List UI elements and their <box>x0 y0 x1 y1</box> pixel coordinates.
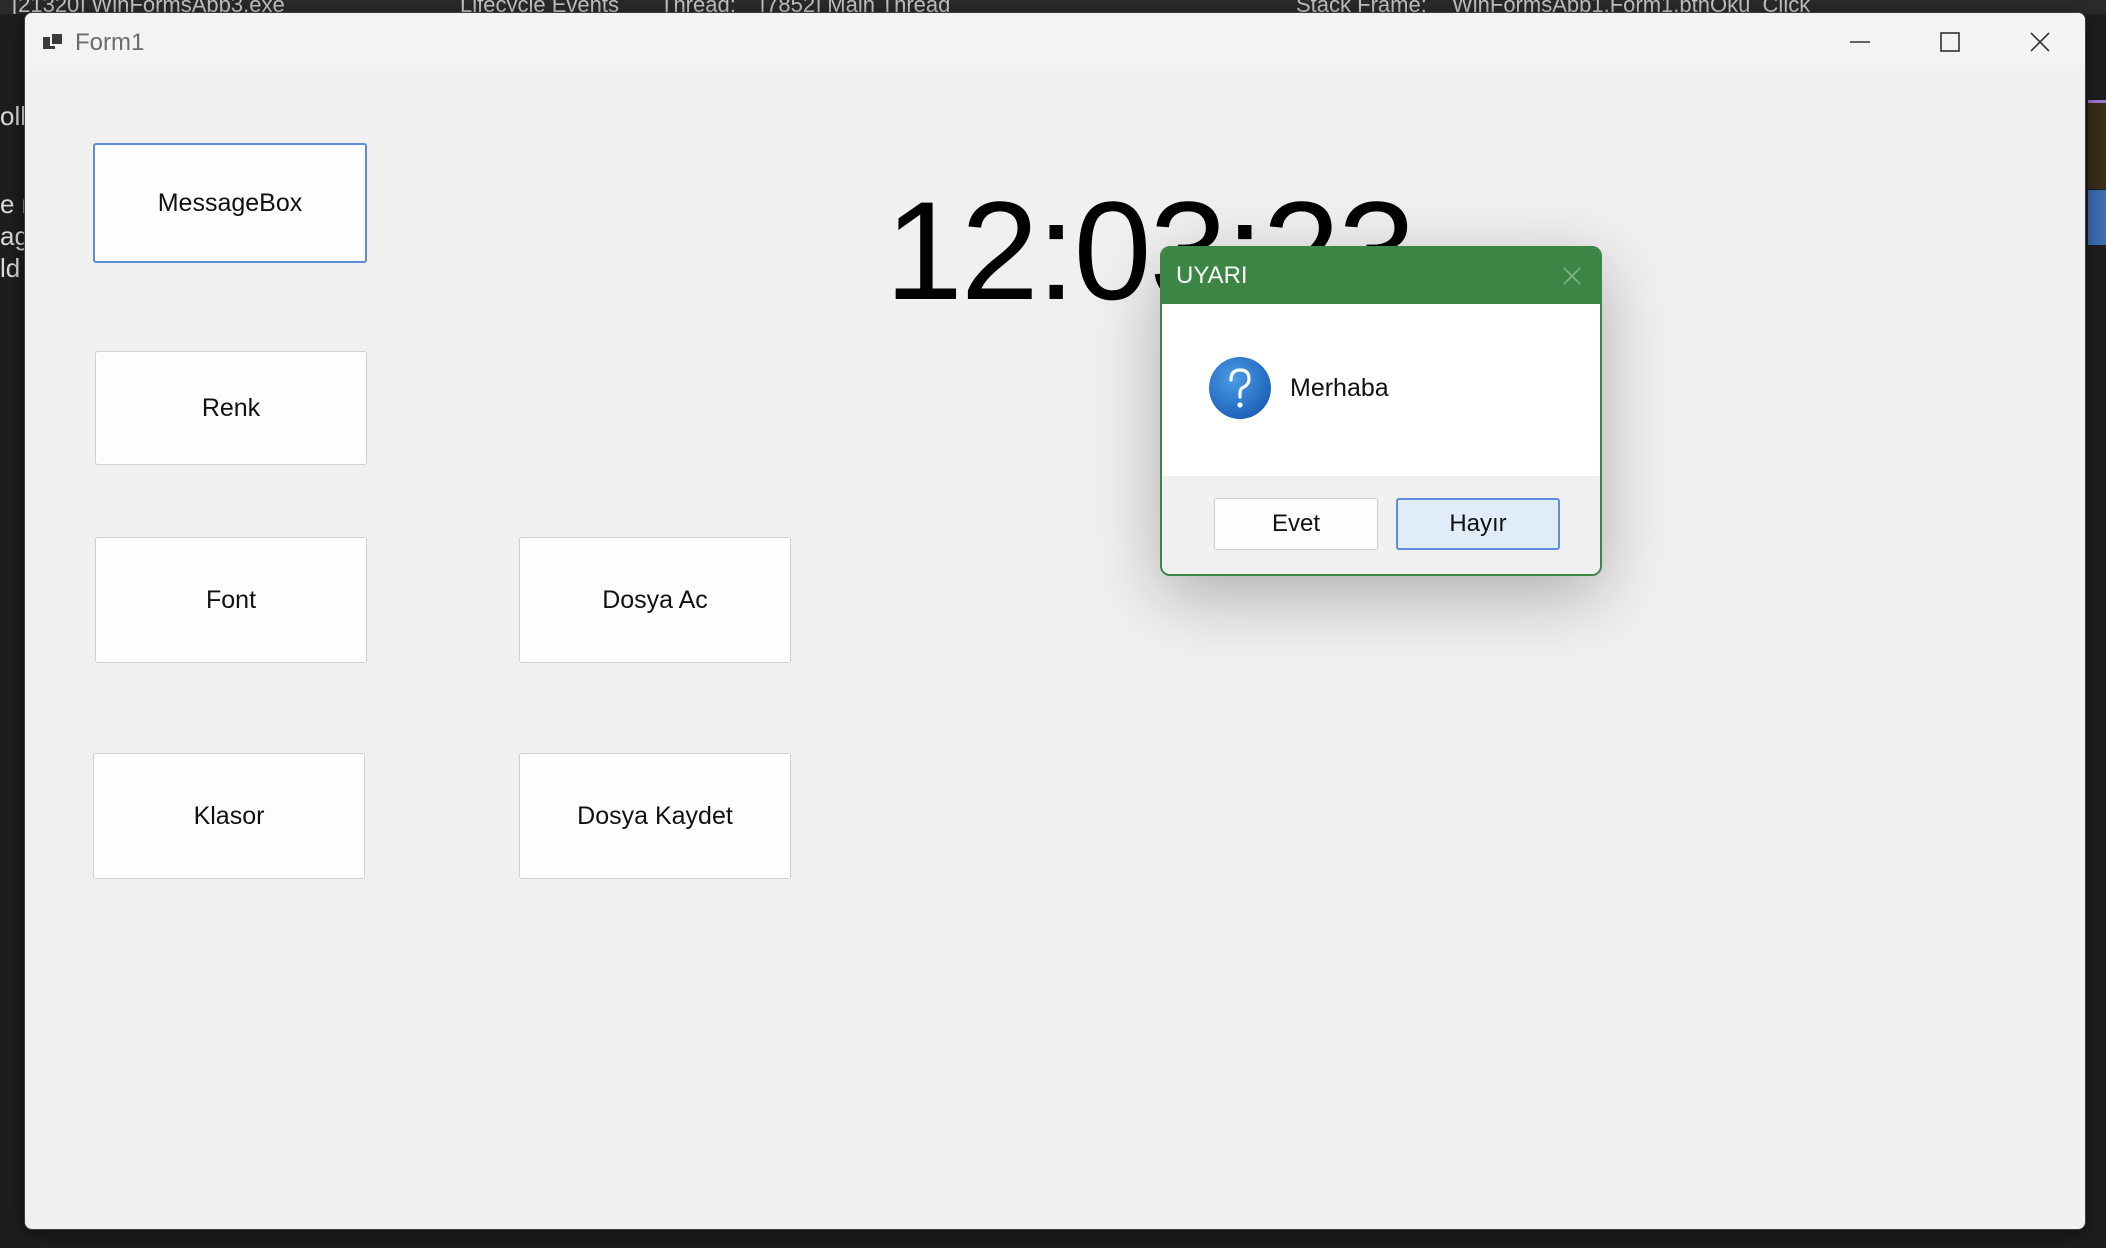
maximize-button[interactable] <box>1905 13 1995 71</box>
dialog-footer: Evet Hayır <box>1162 476 1600 574</box>
ide-fragment: ld <box>0 253 21 283</box>
font-button[interactable]: Font <box>95 537 367 663</box>
dialog-title: UYARI <box>1176 262 1248 289</box>
close-icon <box>2030 32 2050 52</box>
app-icon <box>43 32 64 49</box>
close-button[interactable] <box>1995 13 2085 71</box>
ide-fragment: olb <box>0 101 24 131</box>
ide-scroll-marker <box>2088 190 2106 245</box>
ide-right-panel <box>2088 100 2106 189</box>
messagebox-button[interactable]: MessageBox <box>93 143 367 263</box>
dosya-kaydet-button[interactable]: Dosya Kaydet <box>519 753 791 879</box>
ide-fragment: e n <box>0 189 24 219</box>
maximize-icon <box>1940 32 1960 52</box>
renk-button[interactable]: Renk <box>95 351 367 465</box>
ide-fragment: ag <box>0 221 24 251</box>
dialog-title-bar[interactable]: UYARI <box>1162 248 1600 304</box>
form1-window: Form1 MessageBox Renk Font Dosya Ac Klas… <box>24 12 2086 1230</box>
question-icon <box>1209 357 1271 419</box>
dialog-message: Merhaba <box>1290 374 1389 402</box>
form-client-area: MessageBox Renk Font Dosya Ac Klasor Dos… <box>25 71 2085 1229</box>
no-button[interactable]: Hayır <box>1396 498 1560 550</box>
title-bar[interactable]: Form1 <box>25 13 2085 71</box>
message-box-dialog: UYARI Merhaba Evet Hayır <box>1160 246 1602 576</box>
dosya-ac-button[interactable]: Dosya Ac <box>519 537 791 663</box>
dialog-body: Merhaba <box>1162 304 1600 476</box>
klasor-button[interactable]: Klasor <box>93 753 365 879</box>
minimize-button[interactable] <box>1815 13 1905 71</box>
dialog-close-icon[interactable] <box>1558 262 1586 290</box>
window-title: Form1 <box>75 29 145 56</box>
ide-left-panel: olb e n ag ld <box>0 100 24 284</box>
minimize-icon <box>1850 41 1870 43</box>
yes-button[interactable]: Evet <box>1214 498 1378 550</box>
